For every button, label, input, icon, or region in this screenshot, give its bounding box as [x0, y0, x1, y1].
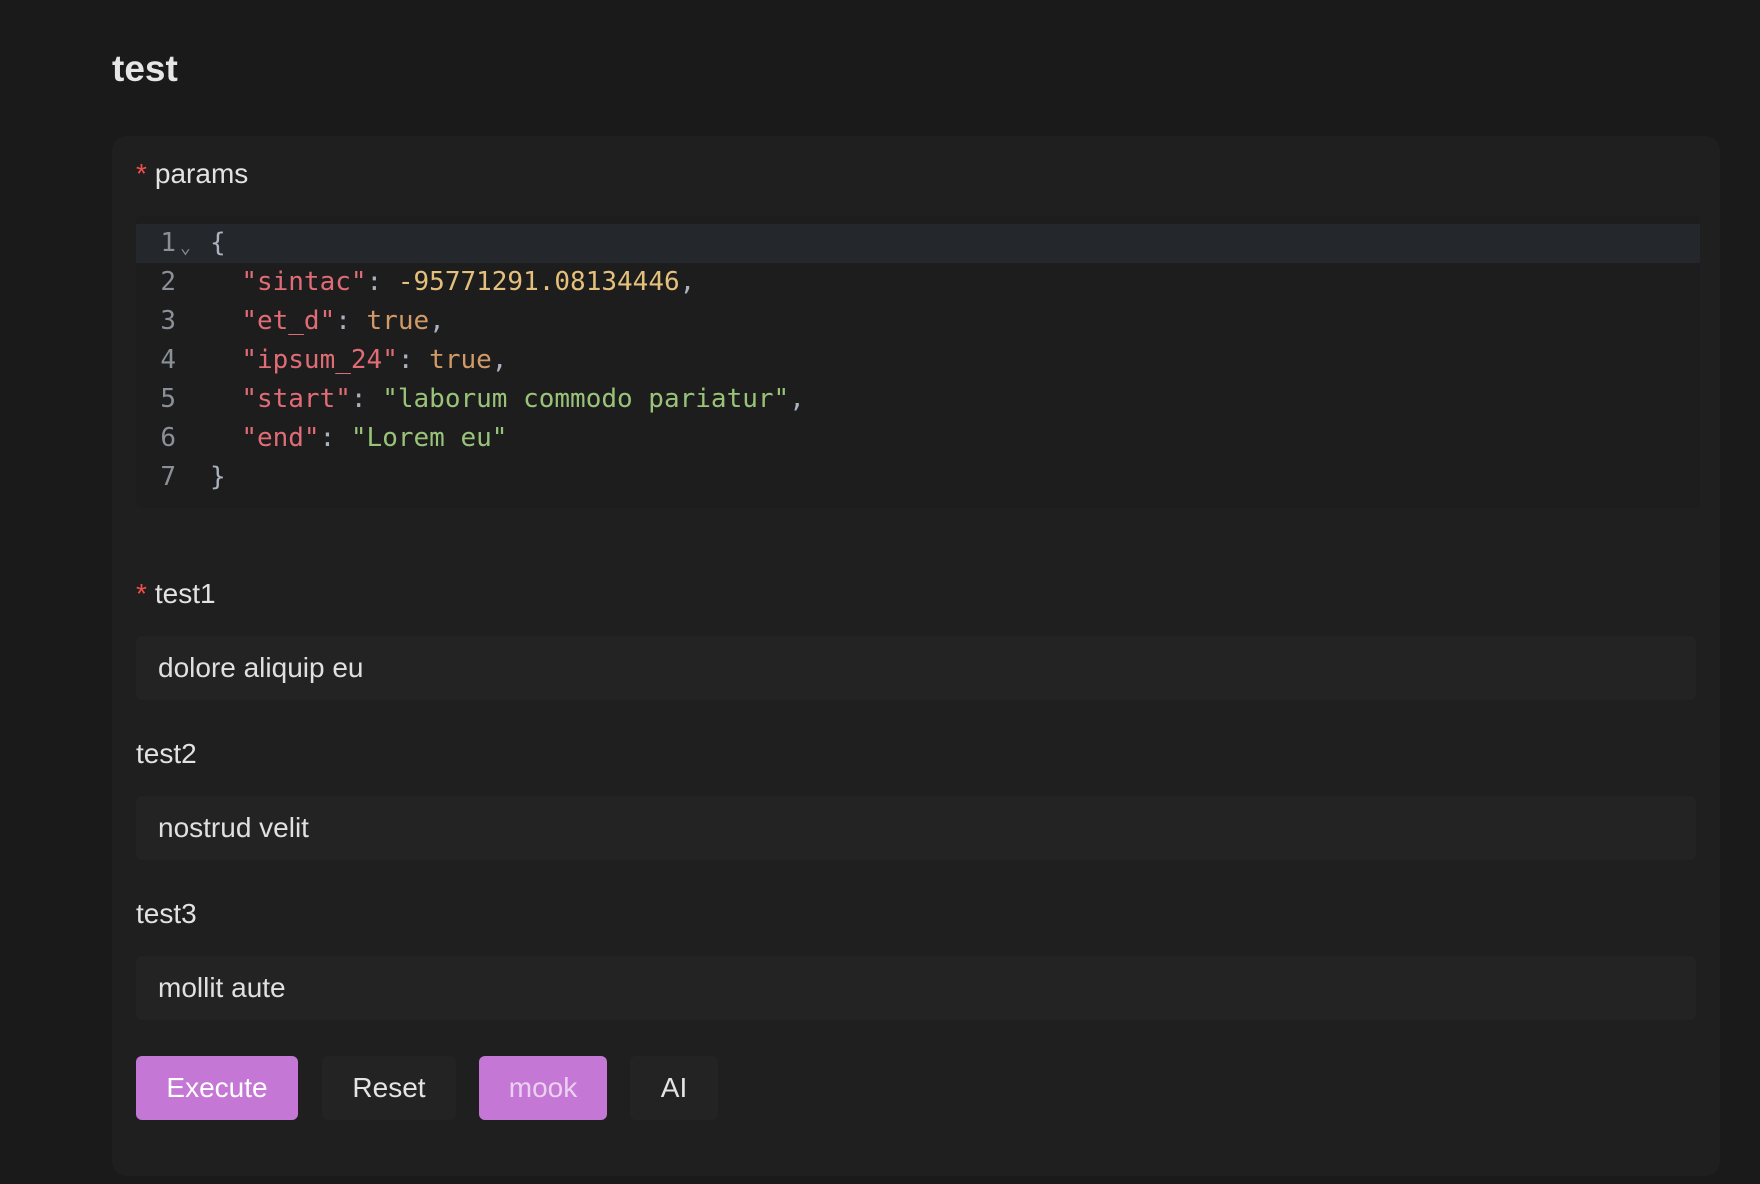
json-token-punc	[210, 345, 241, 375]
json-token-num: -95771291.08134446	[397, 267, 680, 297]
json-token-punc: ,	[679, 267, 696, 297]
line-number: 4	[160, 345, 176, 375]
code-content: "ipsum_24": true,	[210, 341, 507, 380]
test2-label: test2	[136, 738, 197, 770]
required-marker: *	[136, 578, 147, 609]
json-token-punc: :	[350, 384, 383, 414]
line-number: 7	[160, 462, 176, 492]
json-token-key: "et_d"	[241, 306, 336, 336]
json-token-punc: :	[397, 345, 430, 375]
code-line[interactable]: 5 "start": "laborum commodo pariatur",	[136, 380, 1700, 419]
form-card: * params 1 ⌄{2 "sintac": -95771291.0813444…	[112, 136, 1720, 1176]
json-token-key: "sintac"	[241, 267, 367, 297]
code-content: {	[210, 224, 226, 263]
test2-input[interactable]: nostrud velit	[136, 796, 1696, 860]
json-token-punc	[210, 306, 241, 336]
ai-button[interactable]: AI	[630, 1056, 718, 1120]
test2-label-text: test2	[136, 738, 197, 769]
test1-label: * test1	[136, 578, 216, 610]
line-number: 3	[160, 306, 176, 336]
fold-chevron-icon[interactable]: ⌄	[180, 228, 191, 267]
json-token-str: "Lorem eu"	[350, 423, 508, 453]
page-title: test	[112, 48, 178, 89]
reset-button[interactable]: Reset	[322, 1056, 456, 1120]
json-token-str: "laborum commodo pariatur"	[382, 384, 790, 414]
json-token-punc: ,	[491, 345, 508, 375]
test3-label: test3	[136, 898, 197, 930]
test3-label-text: test3	[136, 898, 197, 929]
code-line[interactable]: 3 "et_d": true,	[136, 302, 1700, 341]
required-marker: *	[136, 158, 147, 189]
code-content: "sintac": -95771291.08134446,	[210, 263, 695, 302]
line-number: 1	[160, 228, 176, 258]
json-token-punc: ,	[789, 384, 805, 414]
json-token-punc: {	[210, 228, 226, 258]
code-content: "end": "Lorem eu"	[210, 419, 507, 458]
mook-button[interactable]: mook	[479, 1056, 607, 1120]
json-token-key: "start"	[241, 384, 351, 414]
json-token-key: "ipsum_24"	[241, 345, 398, 375]
json-token-punc	[210, 423, 241, 453]
json-token-punc	[210, 267, 241, 297]
test1-label-text: test1	[154, 578, 216, 609]
code-content: }	[210, 458, 226, 497]
execute-button[interactable]: Execute	[136, 1056, 298, 1120]
json-token-bool: true	[429, 345, 492, 375]
params-json-editor[interactable]: 1 ⌄{2 "sintac": -95771291.08134446, 3 "et_…	[136, 216, 1700, 508]
code-line[interactable]: 2 "sintac": -95771291.08134446,	[136, 263, 1700, 302]
json-token-punc: :	[335, 306, 367, 336]
code-content: "et_d": true,	[210, 302, 445, 341]
code-line[interactable]: 7}	[136, 458, 1700, 497]
json-token-punc: :	[319, 423, 351, 453]
code-line[interactable]: 1 ⌄{	[136, 224, 1700, 263]
test3-input[interactable]: mollit aute	[136, 956, 1696, 1020]
json-token-bool: true	[366, 306, 430, 336]
line-number: 6	[160, 423, 176, 453]
json-token-punc	[210, 384, 241, 414]
params-label: * params	[136, 158, 248, 190]
json-token-key: "end"	[241, 423, 320, 453]
json-token-punc: ,	[429, 306, 445, 336]
line-number: 2	[160, 267, 176, 297]
json-token-punc: :	[366, 267, 398, 297]
code-content: "start": "laborum commodo pariatur",	[210, 380, 805, 419]
code-line[interactable]: 6 "end": "Lorem eu"	[136, 419, 1700, 458]
line-number: 5	[160, 384, 176, 414]
test1-input[interactable]: dolore aliquip eu	[136, 636, 1696, 700]
params-label-text: params	[154, 158, 249, 189]
json-token-punc: }	[210, 462, 226, 492]
code-line[interactable]: 4 "ipsum_24": true,	[136, 341, 1700, 380]
